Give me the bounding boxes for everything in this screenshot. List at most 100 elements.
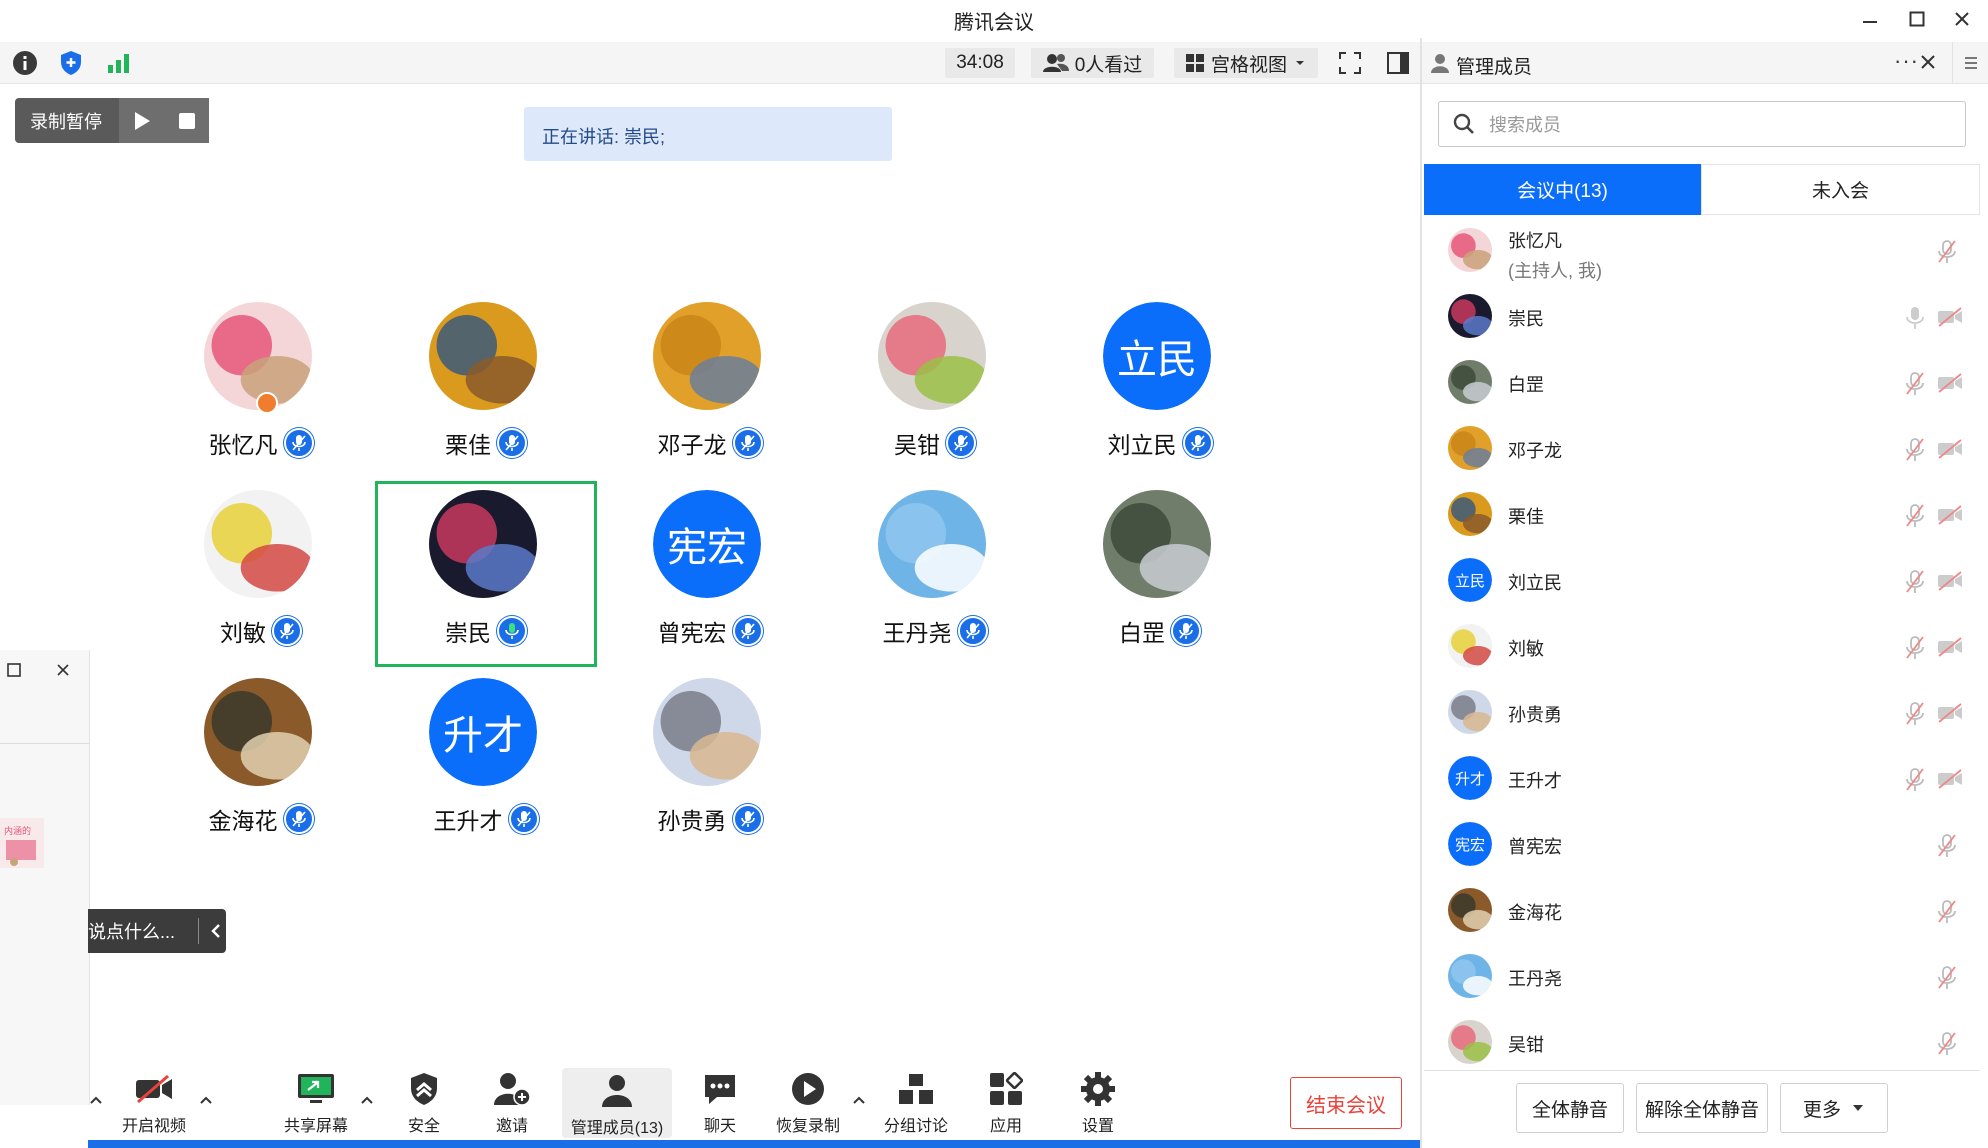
invite-button[interactable]: 邀请: [470, 1070, 554, 1136]
mic-muted-icon[interactable]: [1904, 701, 1926, 727]
mic-muted-icon: [1182, 428, 1213, 458]
restore-icon[interactable]: [6, 662, 22, 678]
view-mode-dropdown[interactable]: 宫格视图: [1174, 48, 1318, 78]
mic-muted-icon[interactable]: [1936, 899, 1958, 925]
participant-name-row: 孙贵勇: [599, 802, 821, 836]
host-badge-icon: [256, 392, 278, 414]
camera-off-icon[interactable]: [1936, 636, 1964, 658]
mic-muted-icon[interactable]: [1936, 239, 1958, 265]
share-screen-button[interactable]: 共享屏幕: [274, 1070, 358, 1136]
record-caret-icon[interactable]: [849, 1090, 869, 1110]
info-icon[interactable]: [10, 48, 40, 78]
apps-label: 应用: [989, 1118, 1022, 1135]
member-row[interactable]: 栗佳: [1424, 481, 1980, 547]
stop-recording-button[interactable]: [164, 98, 209, 143]
participant-tile[interactable]: 栗佳: [375, 302, 597, 488]
participant-name: 曾宪宏: [657, 620, 727, 646]
participant-tile[interactable]: 吴钳: [824, 302, 1046, 488]
camera-off-icon[interactable]: [1936, 570, 1964, 592]
member-row[interactable]: 金海花: [1424, 877, 1980, 943]
mic-on-icon[interactable]: [1904, 305, 1926, 331]
participant-tile[interactable]: 升才 王升才: [375, 678, 597, 864]
member-row[interactable]: 宪宏 曾宪宏: [1424, 811, 1980, 877]
participant-tile[interactable]: 刘敏: [150, 490, 372, 676]
panel-menu-button[interactable]: [1952, 42, 1988, 84]
member-row[interactable]: 立民 刘立民: [1424, 547, 1980, 613]
more-options-icon[interactable]: ···: [1894, 48, 1919, 74]
minimize-button[interactable]: [1850, 4, 1890, 34]
member-row[interactable]: 升才 王升才: [1424, 745, 1980, 811]
resume-recording-button[interactable]: [119, 98, 164, 143]
member-avatar: [1448, 426, 1492, 470]
participant-tile[interactable]: 立民 刘立民: [1049, 302, 1271, 488]
participant-tile[interactable]: 宪宏 曾宪宏: [599, 490, 821, 676]
fullscreen-button[interactable]: [1335, 48, 1365, 78]
resume-recording-bottom-button[interactable]: 恢复录制: [766, 1070, 850, 1136]
manage-members-button[interactable]: 管理成员(13): [562, 1068, 672, 1138]
mic-muted-icon[interactable]: [1904, 767, 1926, 793]
end-meeting-button[interactable]: 结束会议: [1290, 1077, 1402, 1129]
chat-button[interactable]: 聊天: [678, 1070, 762, 1136]
video-caret-icon[interactable]: [196, 1090, 216, 1110]
member-row[interactable]: 王丹尧: [1424, 943, 1980, 1009]
breakout-rooms-button[interactable]: 分组讨论: [874, 1070, 958, 1136]
settings-button[interactable]: 设置: [1056, 1070, 1140, 1136]
member-row[interactable]: 刘敏: [1424, 613, 1980, 679]
camera-off-icon[interactable]: [1936, 438, 1964, 460]
security-shield-icon[interactable]: [56, 48, 86, 78]
member-avatar: [1448, 690, 1492, 734]
participant-tile[interactable]: 张忆凡: [150, 302, 372, 488]
camera-off-icon[interactable]: [1936, 504, 1964, 526]
audio-caret-icon[interactable]: [86, 1090, 106, 1110]
tab-in-meeting[interactable]: 会议中(13): [1424, 164, 1701, 215]
member-row[interactable]: 白罡: [1424, 349, 1980, 415]
participant-tile[interactable]: 金海花: [150, 678, 372, 864]
participant-tile[interactable]: 邓子龙: [599, 302, 821, 488]
invite-label: 邀请: [495, 1118, 528, 1135]
sidebar-toggle-button[interactable]: [1383, 48, 1413, 78]
camera-off-icon[interactable]: [1936, 306, 1964, 328]
participant-name: 王丹尧: [882, 620, 952, 646]
member-row[interactable]: 孙贵勇: [1424, 679, 1980, 745]
participant-tile[interactable]: 白罡: [1049, 490, 1271, 676]
unmute-all-button[interactable]: 解除全体静音: [1636, 1083, 1768, 1133]
mic-muted-icon[interactable]: [1904, 569, 1926, 595]
participant-tile[interactable]: 孙贵勇: [599, 678, 821, 864]
camera-off-icon[interactable]: [1936, 372, 1964, 394]
mute-all-button[interactable]: 全体静音: [1516, 1083, 1624, 1133]
mic-muted-icon[interactable]: [1936, 833, 1958, 859]
apps-button[interactable]: 应用: [964, 1070, 1048, 1136]
member-row[interactable]: 张忆凡 (主持人, 我): [1424, 217, 1980, 283]
member-search-input[interactable]: 搜索成员: [1438, 101, 1966, 147]
mic-muted-icon[interactable]: [1904, 437, 1926, 463]
share-caret-icon[interactable]: [357, 1090, 377, 1110]
security-button[interactable]: 安全: [382, 1070, 466, 1136]
member-row[interactable]: 吴钳: [1424, 1009, 1980, 1075]
mic-muted-icon[interactable]: [1936, 965, 1958, 991]
mic-muted-icon[interactable]: [1904, 503, 1926, 529]
close-icon: [1921, 55, 1935, 69]
participant-avatar: [653, 302, 761, 410]
mic-muted-icon[interactable]: [1936, 1031, 1958, 1057]
camera-off-icon[interactable]: [1936, 702, 1964, 724]
network-signal-icon[interactable]: [104, 48, 134, 78]
more-button[interactable]: 更多: [1780, 1083, 1888, 1133]
member-row[interactable]: 崇民: [1424, 283, 1980, 349]
member-row[interactable]: 邓子龙: [1424, 415, 1980, 481]
maximize-button[interactable]: [1897, 4, 1937, 34]
panel-close-button[interactable]: [1918, 52, 1938, 72]
mini-close-icon[interactable]: [55, 662, 71, 678]
mic-muted-icon[interactable]: [1904, 635, 1926, 661]
mic-muted-icon: [957, 616, 988, 646]
taskbar-strip: [88, 1140, 1420, 1148]
mic-muted-icon[interactable]: [1904, 371, 1926, 397]
start-video-button[interactable]: 开启视频: [112, 1070, 196, 1136]
camera-off-icon[interactable]: [1936, 768, 1964, 790]
tab-not-joined[interactable]: 未入会: [1701, 164, 1980, 215]
chat-quick-input[interactable]: 说点什么...: [88, 909, 226, 953]
viewers-chip[interactable]: 0人看过: [1031, 48, 1154, 78]
close-button[interactable]: [1942, 4, 1982, 34]
participant-tile[interactable]: 王丹尧: [824, 490, 1046, 676]
participant-name: 王升才: [433, 808, 503, 834]
meeting-toolbar: 34:08 0人看过 宫格视图: [0, 42, 1420, 84]
